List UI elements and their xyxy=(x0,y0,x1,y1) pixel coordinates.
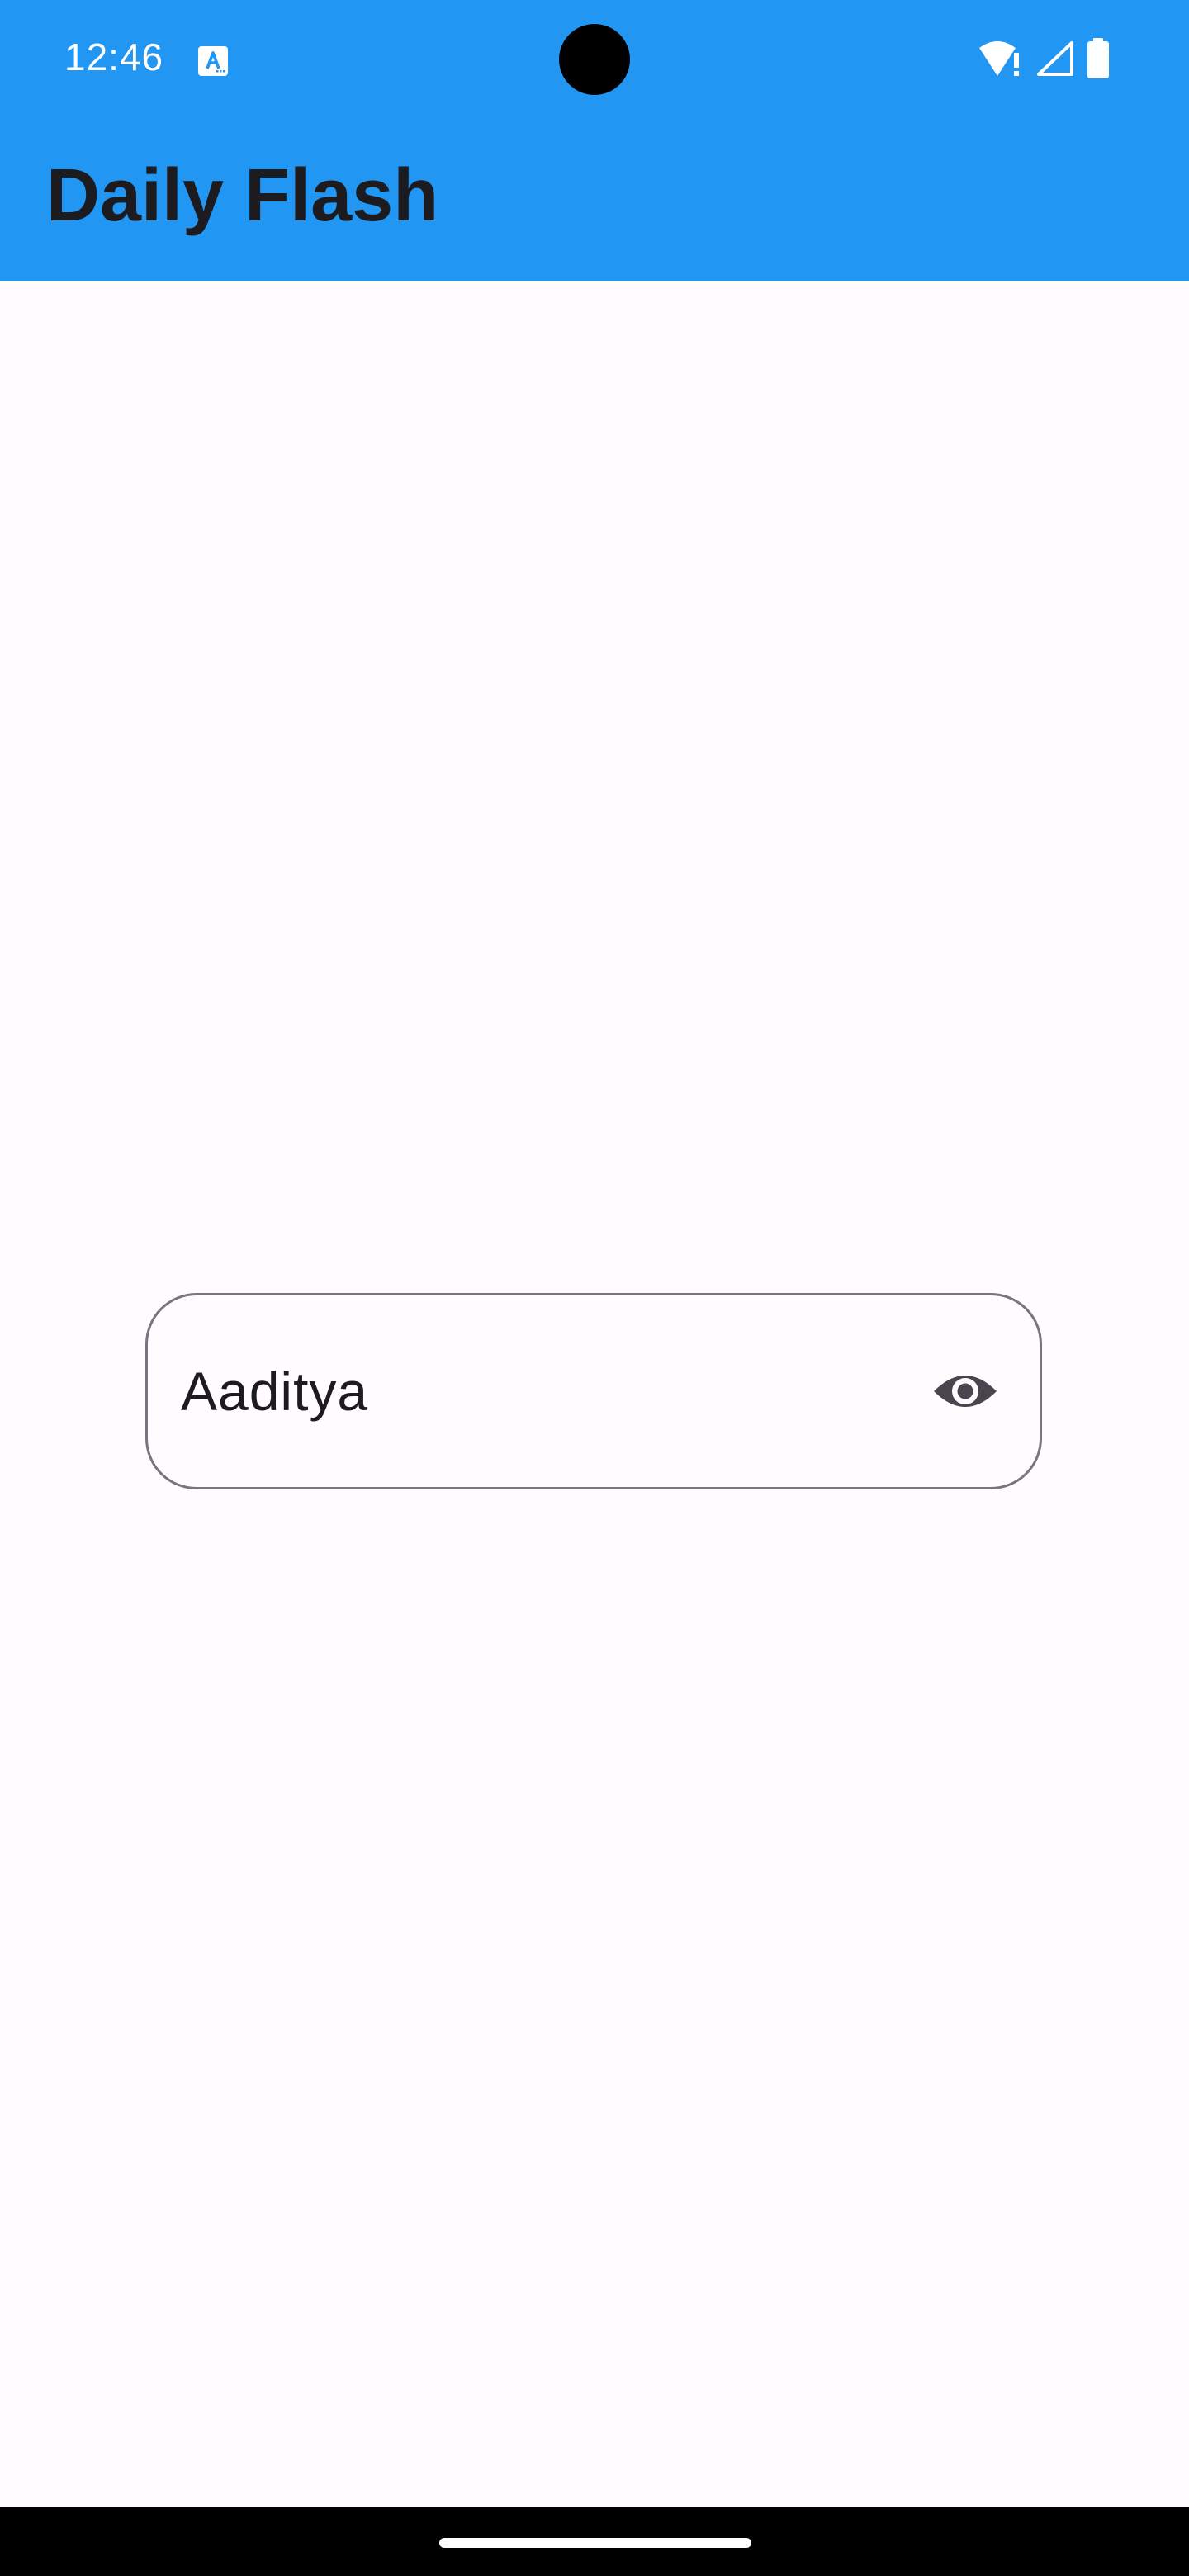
name-text-field[interactable] xyxy=(145,1293,1042,1489)
wifi-alert-icon xyxy=(979,41,1019,76)
app-bar: Daily Flash xyxy=(0,119,1189,281)
navigation-bar xyxy=(0,2507,1189,2576)
name-input[interactable] xyxy=(181,1295,907,1487)
app-title: Daily Flash xyxy=(46,154,439,237)
text-a-icon xyxy=(198,46,228,76)
cellular-signal-icon xyxy=(1037,41,1073,76)
status-icons xyxy=(978,38,1110,79)
visibility-toggle-button[interactable] xyxy=(924,1350,1007,1432)
home-indicator[interactable] xyxy=(439,2538,751,2548)
status-time: 12:46 xyxy=(64,36,164,78)
camera-cutout xyxy=(559,24,630,95)
battery-full-icon xyxy=(1087,38,1109,78)
eye-visibility-icon xyxy=(934,1376,997,1407)
status-bar: 12:46 xyxy=(0,0,1189,119)
